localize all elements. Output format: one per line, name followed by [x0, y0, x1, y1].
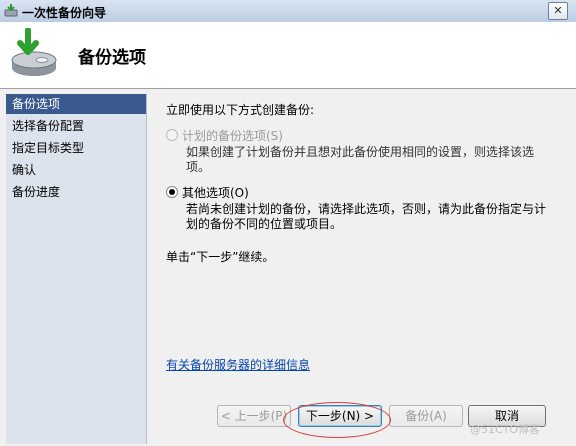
- close-button[interactable]: ✕: [548, 2, 568, 20]
- scheduled-option-description: 如果创建了计划备份并且想对此备份使用相同的设置，则选择该选项。: [186, 145, 535, 174]
- backup-server-info-link[interactable]: 有关备份服务器的详细信息: [166, 356, 310, 373]
- step-progress[interactable]: 备份进度: [6, 182, 146, 202]
- step-backup-options[interactable]: 备份选项: [6, 94, 146, 114]
- wizard-window: 一次性备份向导 ✕ 备份选项 备份选项 选择备份配置 指定目标类型 确认 备份进…: [0, 0, 576, 446]
- wizard-header: 备份选项: [0, 22, 576, 89]
- next-button-highlight-annotation: [283, 402, 391, 438]
- other-option-label: 其他选项(O): [182, 186, 249, 200]
- backup-drive-icon: [11, 28, 57, 76]
- title-bar: 一次性备份向导 ✕: [0, 0, 576, 23]
- continue-hint: 单击“下一步”继续。: [166, 250, 275, 264]
- options-prompt: 立即使用以下方式创建备份:: [166, 103, 315, 117]
- wizard-steps: 备份选项 选择备份配置 指定目标类型 确认 备份进度: [6, 94, 147, 444]
- back-button[interactable]: < 上一步(P): [217, 405, 291, 427]
- step-select-config[interactable]: 选择备份配置: [6, 116, 146, 136]
- step-confirm[interactable]: 确认: [6, 160, 146, 180]
- backup-app-icon: [4, 4, 18, 17]
- step-target-type[interactable]: 指定目标类型: [6, 138, 146, 158]
- close-icon: ✕: [553, 4, 563, 17]
- scheduled-option-label: 计划的备份选项(S): [182, 129, 283, 143]
- watermark: @51CTO博客: [470, 423, 541, 436]
- wizard-content: 立即使用以下方式创建备份: 计划的备份选项(S) 如果创建了计划备份并且想对此备…: [152, 94, 570, 444]
- other-option-description: 若尚未创建计划的备份，请选择此选项，否则，请为此备份指定与计划的备份不同的位置或…: [186, 202, 547, 231]
- scheduled-option-radio[interactable]: [166, 129, 178, 141]
- window-title: 一次性备份向导: [22, 6, 107, 20]
- backup-button[interactable]: 备份(A): [389, 405, 463, 427]
- page-title: 备份选项: [78, 48, 146, 68]
- other-option-radio[interactable]: [166, 186, 178, 198]
